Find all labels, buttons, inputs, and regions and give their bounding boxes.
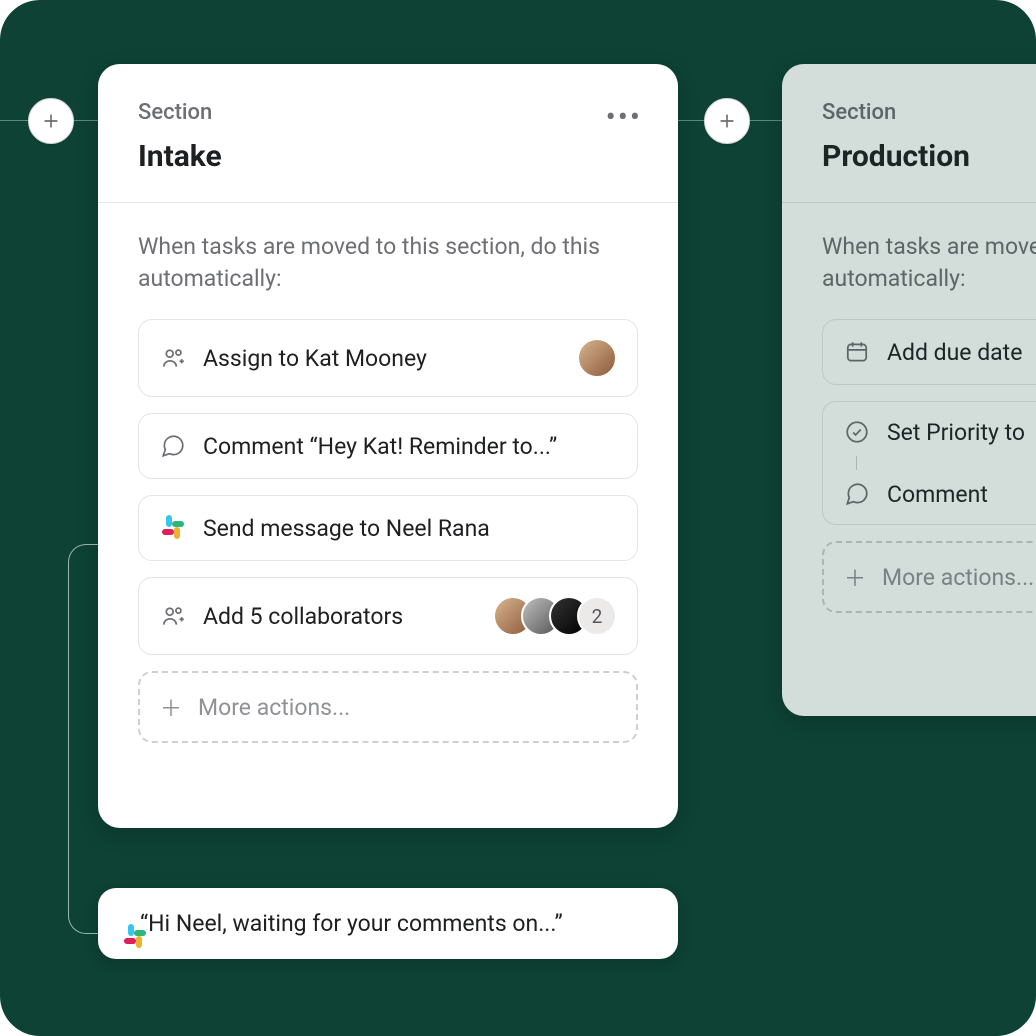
rule-label: Set Priority to [887, 419, 1036, 446]
rule-add-due-date[interactable]: Add due date [822, 319, 1036, 385]
rule-label: Comment “Hey Kat! Reminder to...” [203, 433, 617, 460]
rule-label: Add 5 collaborators [203, 603, 477, 630]
section-card-intake: Section Intake ••• When tasks are moved … [98, 64, 678, 828]
plus-icon: ＋ [844, 561, 866, 593]
calendar-icon [843, 338, 871, 366]
workflow-canvas: Section Intake ••• When tasks are moved … [0, 0, 1036, 1036]
add-section-button-right[interactable] [704, 98, 750, 144]
avatar [577, 338, 617, 378]
more-actions-label: More actions... [198, 694, 616, 721]
section-card-production: Section Production When tasks are moved … [782, 64, 1036, 716]
automation-prompt: When tasks are moved to this section, do… [822, 231, 1036, 295]
rule-label: Assign to Kat Mooney [203, 345, 561, 372]
more-actions-button[interactable]: ＋ More actions... [822, 541, 1036, 613]
rule-label: Comment [887, 481, 1036, 508]
check-circle-icon [843, 418, 871, 446]
rule-label: Add due date [887, 339, 1036, 366]
plus-icon [41, 111, 61, 131]
rule-slack-message[interactable]: Send message to Neel Rana [138, 495, 638, 561]
avatar-overflow-count: 2 [577, 596, 617, 636]
people-add-icon [159, 344, 187, 372]
more-actions-label: More actions... [882, 564, 1036, 591]
avatar-stack: 2 [493, 596, 617, 636]
section-label: Section [822, 100, 1036, 125]
section-title: Production [822, 139, 1036, 174]
card-overflow-menu[interactable]: ••• [606, 112, 642, 124]
more-actions-button[interactable]: ＋ More actions... [138, 671, 638, 743]
add-section-button-left[interactable] [28, 98, 74, 144]
section-title: Intake [138, 139, 638, 174]
rule-label: Send message to Neel Rana [203, 515, 617, 542]
rule-set-priority-comment[interactable]: Set Priority to Comment [822, 401, 1036, 525]
section-label: Section [138, 100, 638, 125]
message-text: “Hi Neel, waiting for your comments on..… [140, 910, 563, 937]
slack-message-preview[interactable]: “Hi Neel, waiting for your comments on..… [98, 888, 678, 959]
rule-comment[interactable]: Comment “Hey Kat! Reminder to...” [138, 413, 638, 479]
slack-icon [159, 514, 187, 542]
rule-connector [856, 456, 857, 470]
rule-assign[interactable]: Assign to Kat Mooney [138, 319, 638, 397]
plus-icon [717, 111, 737, 131]
comment-icon [843, 480, 871, 508]
card-body: When tasks are moved to this section, do… [98, 203, 678, 793]
card-header: Section Intake ••• [98, 64, 678, 203]
plus-icon: ＋ [160, 691, 182, 723]
people-add-icon [159, 602, 187, 630]
comment-icon [159, 432, 187, 460]
rule-add-collaborators[interactable]: Add 5 collaborators 2 [138, 577, 638, 655]
card-body: When tasks are moved to this section, do… [782, 203, 1036, 663]
card-header: Section Production [782, 64, 1036, 203]
automation-prompt: When tasks are moved to this section, do… [138, 231, 638, 295]
